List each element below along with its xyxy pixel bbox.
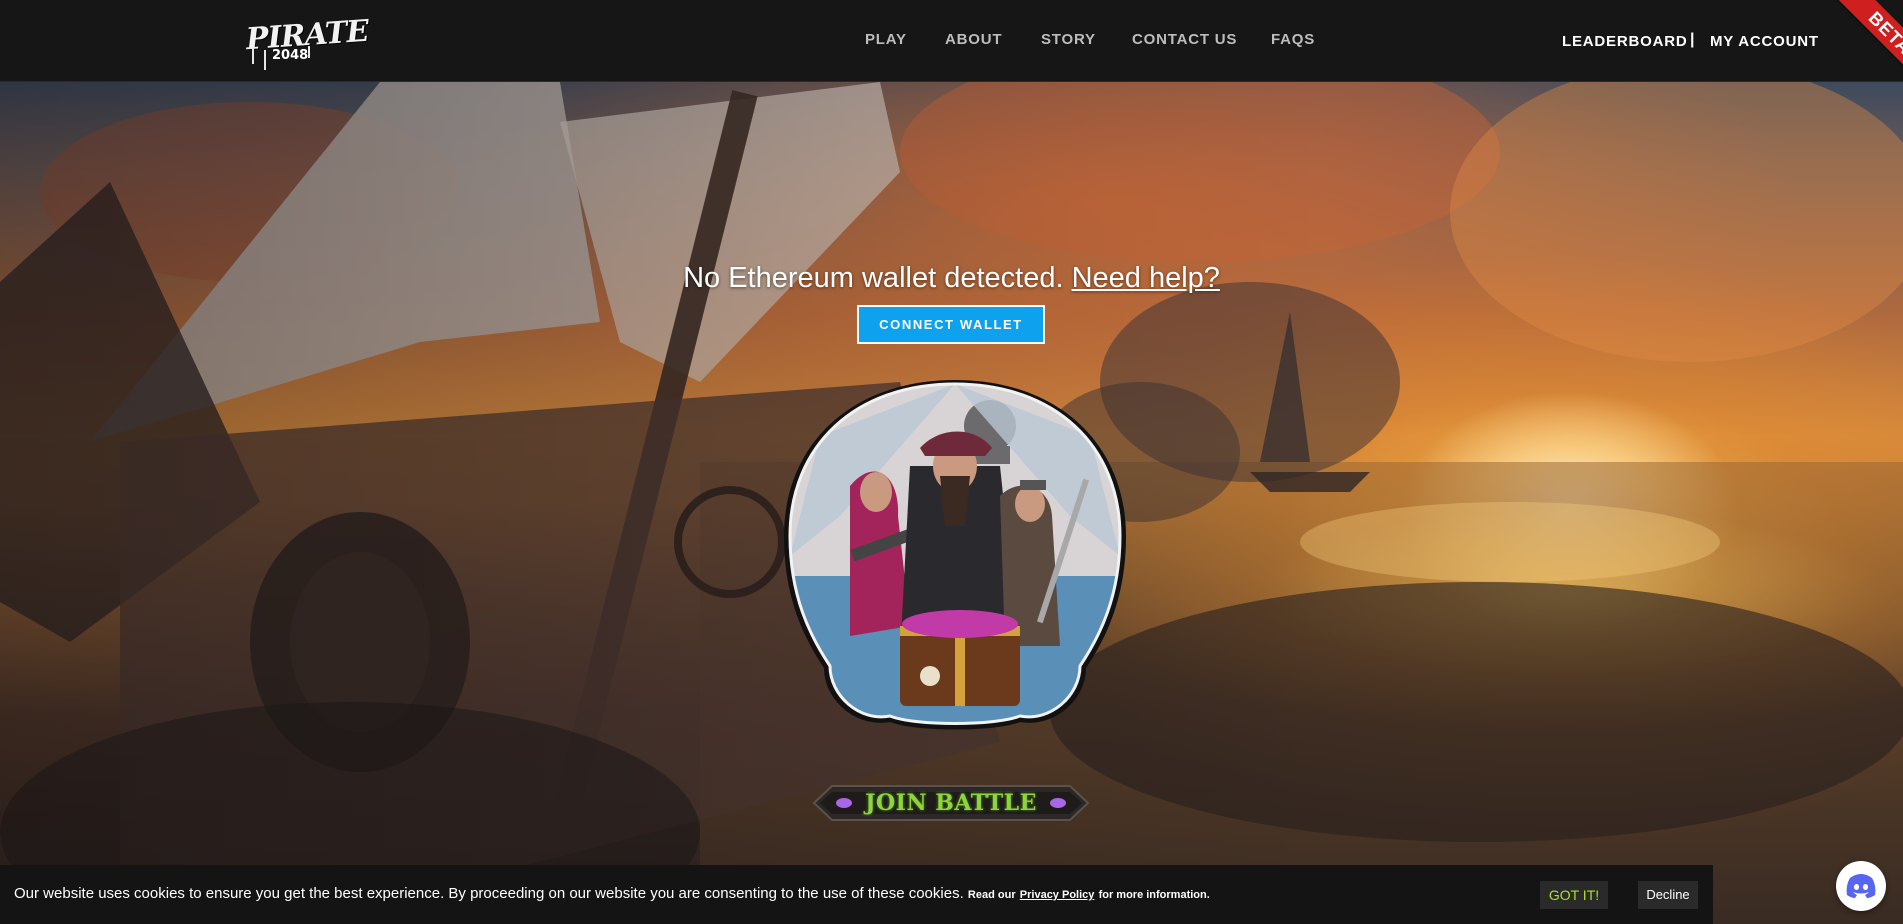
nav-about[interactable]: ABOUT [945,31,1002,48]
need-help-link[interactable]: Need help? [1072,262,1220,294]
wallet-status-message: No Ethereum wallet detected. Need help? [0,262,1903,295]
logo-subtitle: 2048 [272,48,309,63]
leaderboard-link[interactable]: LEADERBOARD [1562,33,1687,50]
nav-faqs[interactable]: FAQS [1271,31,1315,48]
nav-play[interactable]: PLAY [865,31,907,48]
nav-story[interactable]: STORY [1041,31,1096,48]
accept-cookies-button[interactable]: GOT IT! [1540,881,1608,909]
join-battle-label: JOIN BATTLE [865,790,1037,816]
decline-cookies-button[interactable]: Decline [1638,881,1698,909]
cookie-consent-bar: Our website uses cookies to ensure you g… [0,865,1713,924]
pirate-crew-emblem [784,380,1126,730]
discord-chat-button[interactable] [1836,861,1886,911]
pirate-2048-logo[interactable]: PIRATE 2048 [244,14,369,72]
my-account-link[interactable]: MY ACCOUNT [1710,33,1819,50]
connect-wallet-button[interactable]: CONNECT WALLET [857,305,1045,344]
more-info-text: for more information. [1098,889,1210,901]
nav-contact-us[interactable]: CONTACT US [1132,31,1237,48]
wallet-status-text: No Ethereum wallet detected. [683,262,1064,294]
nav-separator: | [1690,31,1695,48]
join-battle-button[interactable]: JOIN BATTLE [812,782,1090,824]
cookie-message-text: Our website uses cookies to ensure you g… [14,885,964,902]
read-our-text: Read our [967,889,1016,901]
discord-icon [1846,874,1876,898]
beta-ribbon: BETA [1831,0,1903,92]
top-navbar: PIRATE 2048 PLAY ABOUT STORY CONTACT US … [0,0,1903,92]
privacy-policy-link[interactable]: Privacy Policy [1020,889,1095,901]
cookie-message: Our website uses cookies to ensure you g… [14,885,1210,902]
